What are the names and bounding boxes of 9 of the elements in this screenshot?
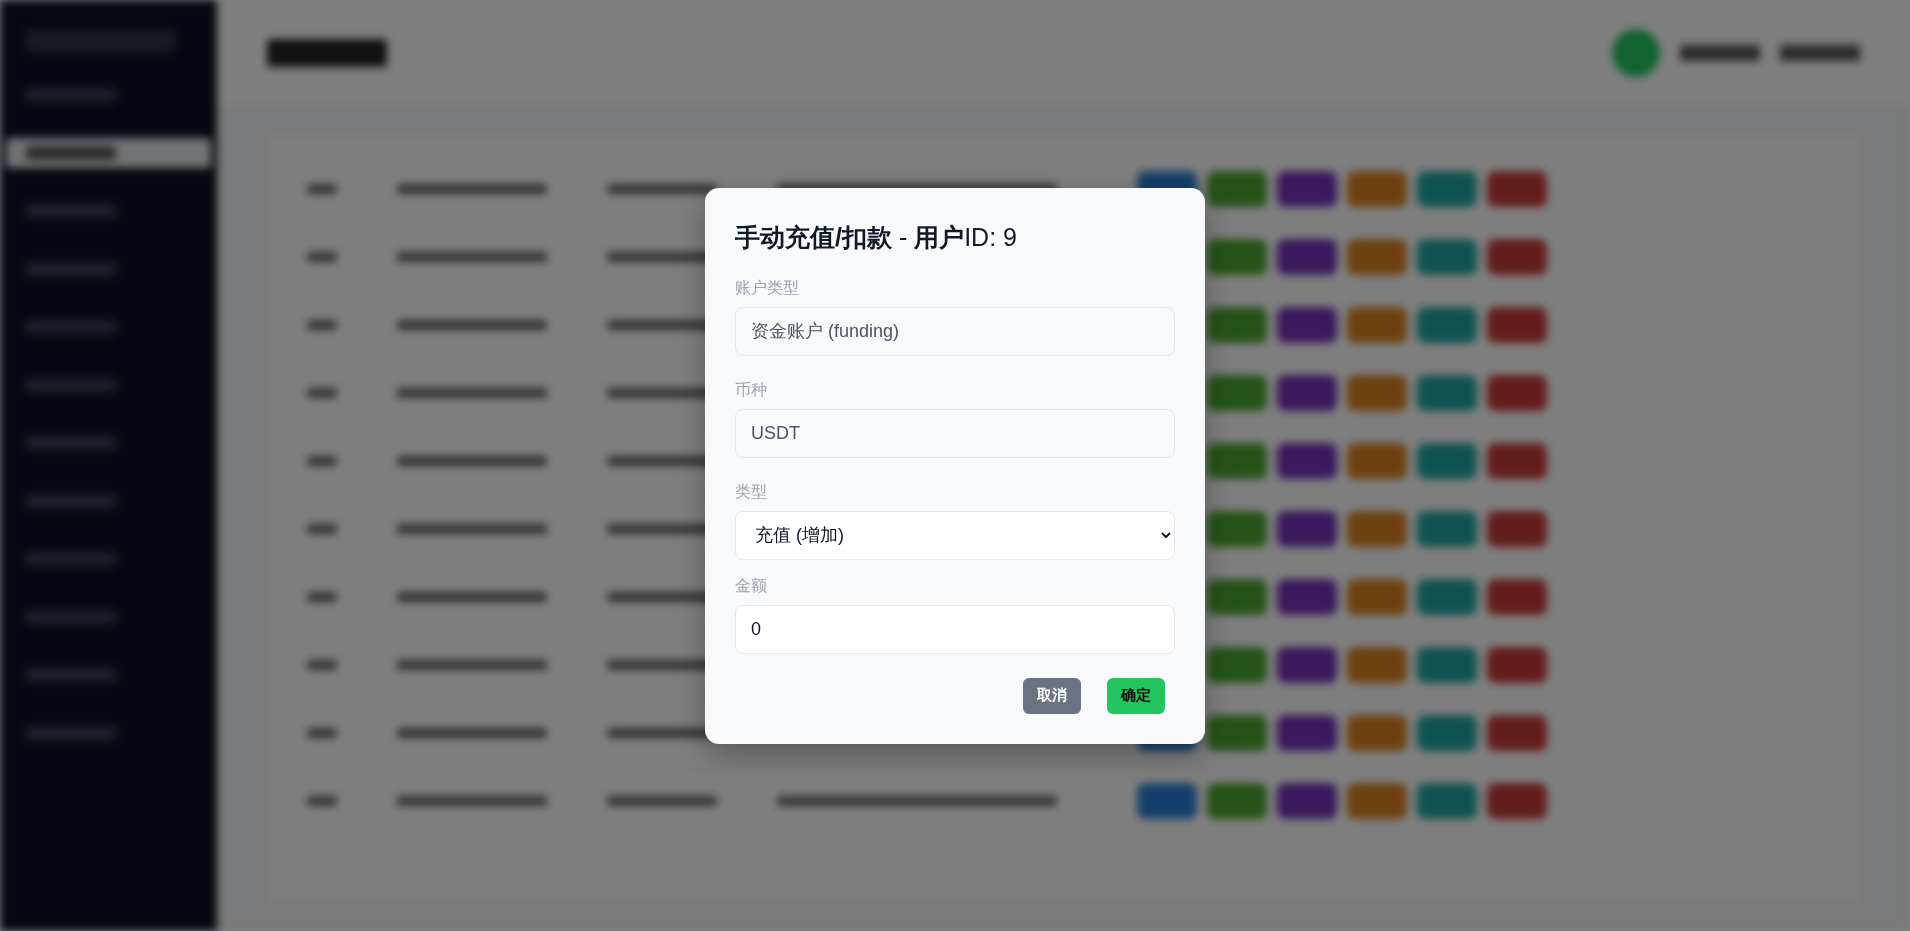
input-field[interactable]: 0 [735, 604, 1175, 654]
field-label: 账户类型 [735, 277, 800, 298]
select-field[interactable]: 充值 (增加) [735, 510, 1175, 560]
field-label: 币种 [735, 379, 768, 400]
dialog-title: 手动充值/扣款 - 用户ID: 9 [735, 221, 1018, 253]
field-label: 金额 [735, 575, 768, 596]
field-label: 类型 [735, 481, 768, 502]
confirm-button[interactable]: 确定 [1107, 677, 1165, 714]
cancel-button[interactable]: 取消 [1023, 677, 1081, 714]
